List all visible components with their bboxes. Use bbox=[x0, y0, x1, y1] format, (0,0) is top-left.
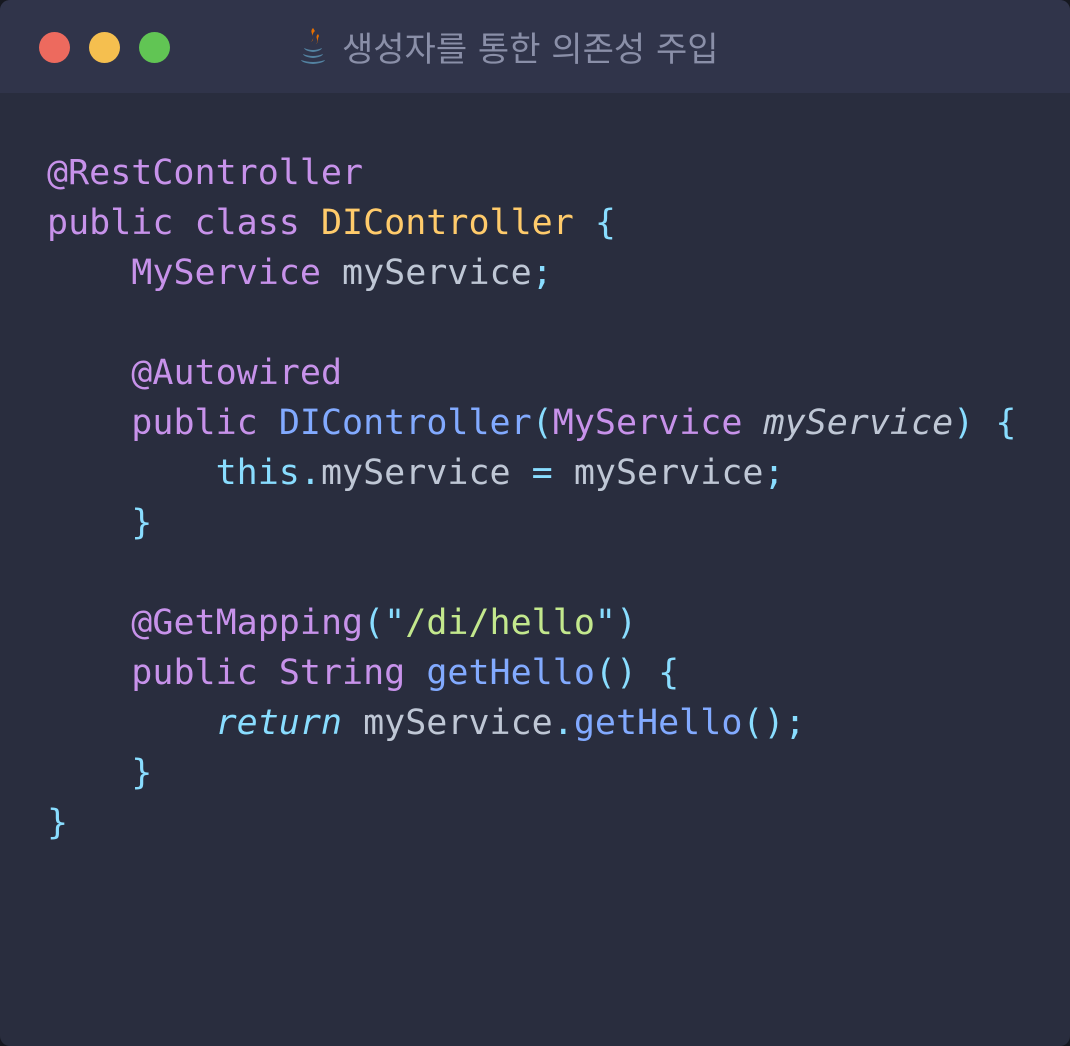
code-token: myService bbox=[763, 403, 954, 443]
code-token: @Autowired bbox=[131, 353, 343, 393]
code-token: myService bbox=[320, 253, 532, 293]
code-line: } bbox=[47, 798, 1016, 848]
code-token: ; bbox=[531, 253, 553, 293]
code-token: { bbox=[995, 403, 1017, 443]
window-title: 생성자를 통한 의존성 주입 bbox=[342, 29, 719, 70]
title-bar: 생성자를 통한 의존성 주입 bbox=[0, 0, 1070, 93]
code-token: ) bbox=[953, 403, 975, 443]
code-token: myService bbox=[342, 703, 553, 743]
maximize-button[interactable] bbox=[139, 32, 170, 63]
code-token: . bbox=[552, 703, 574, 743]
code-token: public bbox=[131, 653, 258, 693]
code-line: } bbox=[47, 748, 1016, 798]
window-title-group: 생성자를 통한 의존성 주입 bbox=[298, 20, 719, 72]
code-window: 생성자를 통한 의존성 주입 @RestController public cla… bbox=[0, 0, 1070, 1046]
code-token: { bbox=[658, 653, 680, 693]
code-token: @RestController bbox=[47, 153, 364, 193]
code-token: myService bbox=[320, 453, 532, 493]
code-token: . bbox=[299, 453, 321, 493]
java-coffee-icon bbox=[301, 28, 325, 64]
code-token: { bbox=[594, 203, 616, 243]
code-line: @RestController bbox=[47, 148, 1016, 198]
code-token: = bbox=[531, 453, 553, 493]
code-token: @GetMapping bbox=[131, 603, 364, 643]
code-token: /di/hello bbox=[405, 603, 595, 643]
code-token: public bbox=[47, 203, 174, 243]
code-token: public bbox=[131, 403, 258, 443]
code-line: return myService.getHello(); bbox=[47, 698, 1016, 748]
code-token: class bbox=[194, 203, 300, 243]
code-token: ; bbox=[763, 453, 785, 493]
code-token: DIController bbox=[278, 403, 532, 443]
code-token: } bbox=[47, 803, 69, 843]
code-token: String bbox=[278, 653, 406, 693]
code-token: (" bbox=[363, 603, 406, 643]
code-line: public class DIController { bbox=[47, 198, 1016, 248]
code-token: () bbox=[594, 653, 638, 693]
code-line: MyService myService; bbox=[47, 248, 1016, 298]
code-token: ") bbox=[594, 603, 638, 643]
minimize-button[interactable] bbox=[89, 32, 120, 63]
code-line: this.myService = myService; bbox=[47, 448, 1016, 498]
close-button[interactable] bbox=[39, 32, 70, 63]
code-line: @Autowired bbox=[47, 348, 1016, 398]
code-token: return bbox=[215, 703, 343, 743]
code-line: @GetMapping("/di/hello") bbox=[47, 598, 1016, 648]
code-token: getHello bbox=[426, 653, 595, 693]
code-token: } bbox=[131, 503, 153, 543]
code-token: getHello bbox=[573, 703, 743, 743]
code-token: MyService bbox=[552, 403, 743, 443]
code-block: @RestController public class DIController… bbox=[47, 148, 1016, 848]
code-token: (); bbox=[742, 703, 806, 743]
code-line: public String getHello() { bbox=[47, 648, 1016, 698]
code-token: MyService bbox=[131, 253, 321, 293]
code-token: } bbox=[131, 753, 153, 793]
code-token: this bbox=[215, 453, 300, 493]
code-token: myService bbox=[552, 453, 764, 493]
code-token: ( bbox=[531, 403, 553, 443]
code-line: public DIController(MyService myService)… bbox=[47, 398, 1016, 448]
code-token: DIController bbox=[320, 203, 574, 243]
code-line: } bbox=[47, 498, 1016, 548]
